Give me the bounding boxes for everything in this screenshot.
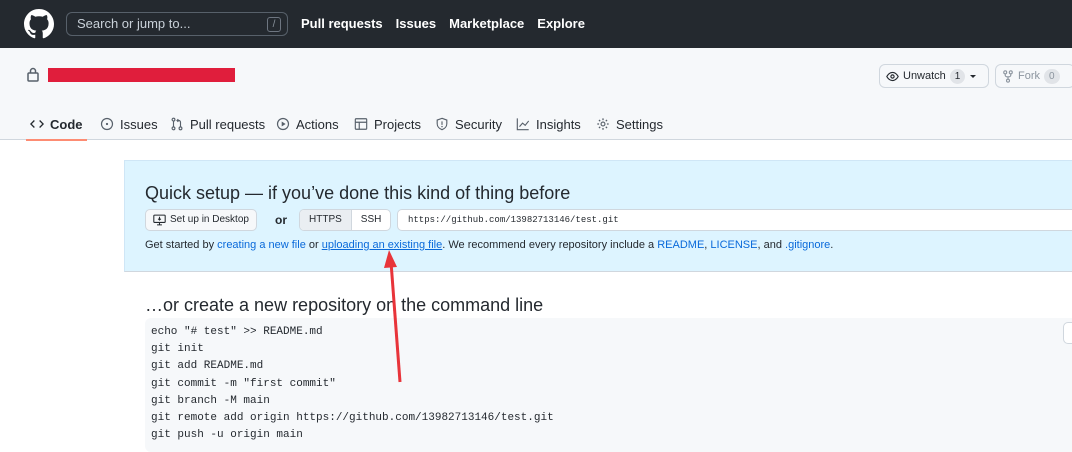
help-or: or <box>305 239 322 251</box>
nav-pull-requests[interactable]: Pull requests <box>301 16 383 32</box>
tab-insights[interactable]: Insights <box>516 108 581 140</box>
help-period: . <box>830 239 834 251</box>
quick-setup-help-text: Get started by creating a new file or up… <box>145 239 833 251</box>
shield-icon <box>436 117 448 131</box>
command-line-code-block[interactable]: echo "# test" >> README.md git init git … <box>145 318 1072 452</box>
repository-header: Unwatch 1 Fork 0 Code Issues Pull reques… <box>0 48 1072 141</box>
global-header: Search or jump to... / Pull requests Iss… <box>0 0 1072 48</box>
graph-icon <box>516 118 530 131</box>
watch-count: 1 <box>949 68 966 84</box>
repository-tabs: Code Issues Pull requests Actions Projec… <box>0 108 1072 141</box>
ssh-option[interactable]: SSH <box>352 210 391 230</box>
fork-count: 0 <box>1044 68 1060 84</box>
gitignore-link[interactable]: .gitignore <box>785 239 830 251</box>
tab-projects-label: Projects <box>374 116 421 132</box>
tab-settings-label: Settings <box>616 116 663 132</box>
setup-in-desktop-button[interactable]: Set up in Desktop <box>145 209 257 231</box>
help-recommend: . We recommend every repository include … <box>442 239 658 251</box>
tab-code[interactable]: Code <box>26 108 86 141</box>
or-separator: or <box>275 213 287 227</box>
unwatch-label: Unwatch <box>903 70 946 82</box>
table-icon <box>354 118 368 130</box>
code-line: git branch -M main <box>151 394 270 407</box>
help-prefix: Get started by <box>145 239 218 251</box>
https-option[interactable]: HTTPS <box>300 210 352 230</box>
copy-commands-button[interactable] <box>1063 322 1072 344</box>
code-line: echo "# test" >> README.md <box>151 326 323 338</box>
clone-protocol-selector: HTTPS SSH <box>299 209 392 231</box>
nav-explore[interactable]: Explore <box>537 16 585 32</box>
search-input[interactable]: Search or jump to... / <box>66 12 288 36</box>
github-logo-icon[interactable] <box>24 9 54 39</box>
triangle-down-icon <box>970 75 977 78</box>
clone-url-field[interactable]: https://github.com/13982713146/test.git <box>397 209 1072 231</box>
tab-projects[interactable]: Projects <box>354 108 421 140</box>
create-new-file-link[interactable]: creating a new file <box>217 239 306 251</box>
tab-actions-label: Actions <box>296 116 339 132</box>
eye-icon <box>886 71 899 81</box>
code-line: git init <box>151 343 204 356</box>
code-line: git remote add origin https://github.com… <box>151 412 554 425</box>
code-icon <box>30 120 44 128</box>
tab-security-label: Security <box>455 116 502 132</box>
tab-pull-requests-label: Pull requests <box>190 116 266 132</box>
fork-label: Fork <box>1018 70 1040 82</box>
gear-icon <box>597 118 609 130</box>
fork-button[interactable]: Fork 0 <box>995 64 1072 88</box>
nav-marketplace[interactable]: Marketplace <box>449 16 524 32</box>
quick-setup-title: Quick setup — if you’ve done this kind o… <box>145 183 571 203</box>
setup-in-desktop-label: Set up in Desktop <box>170 214 249 225</box>
global-nav: Pull requests Issues Marketplace Explore <box>301 16 585 32</box>
desktop-download-icon <box>153 214 166 226</box>
tab-issues-label: Issues <box>120 116 158 132</box>
license-link[interactable]: LICENSE <box>710 239 757 251</box>
tab-pull-requests[interactable]: Pull requests <box>170 108 265 140</box>
search-shortcut-hint: / <box>267 17 281 32</box>
tab-code-label: Code <box>50 116 83 132</box>
search-placeholder: Search or jump to... <box>77 16 191 31</box>
unwatch-button[interactable]: Unwatch 1 <box>879 64 989 88</box>
tab-settings[interactable]: Settings <box>596 108 663 140</box>
nav-issues[interactable]: Issues <box>396 16 436 32</box>
tab-insights-label: Insights <box>536 116 581 132</box>
help-and: , and <box>757 239 786 251</box>
lock-icon <box>27 67 39 82</box>
repo-forked-icon <box>1003 69 1013 83</box>
command-line-heading: …or create a new repository on the comma… <box>145 295 544 315</box>
code-line: git commit -m "first commit" <box>151 377 336 390</box>
play-icon <box>276 117 290 131</box>
readme-link[interactable]: README <box>657 239 704 251</box>
git-pull-request-icon <box>171 117 183 131</box>
tab-issues[interactable]: Issues <box>100 108 158 140</box>
code-line: git add README.md <box>151 360 264 373</box>
upload-existing-file-link[interactable]: uploading an existing file <box>322 239 442 251</box>
quick-setup-panel: Quick setup — if you’ve done this kind o… <box>124 160 1072 272</box>
tab-actions[interactable]: Actions <box>276 108 339 140</box>
issue-opened-icon <box>100 117 114 131</box>
tab-security[interactable]: Security <box>435 108 502 140</box>
code-line: git push -u origin main <box>151 429 303 442</box>
redacted-repository-name <box>48 68 235 82</box>
